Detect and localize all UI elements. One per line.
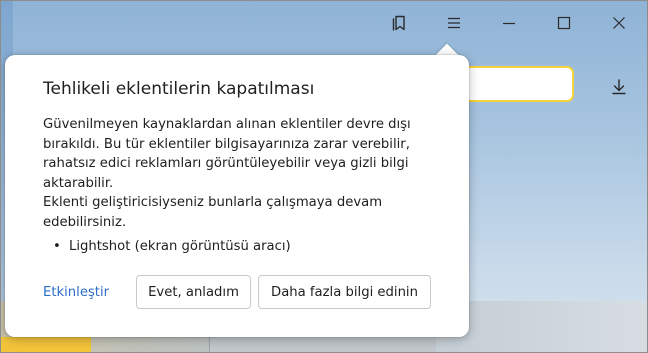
enable-link[interactable]: Etkinleştir	[43, 285, 109, 300]
message-line: Eklenti geliştiricisiyseniz bunlarla çal…	[43, 195, 383, 210]
download-icon	[612, 79, 626, 95]
browser-window: Tehlikeli eklentilerin kapatılması Güven…	[0, 0, 648, 353]
menu-icon	[448, 17, 460, 29]
learn-more-button[interactable]: Daha fazla bilgi edinin	[258, 275, 431, 309]
page-tile-yellow	[1, 337, 91, 352]
close-icon	[613, 17, 625, 29]
message-line: Güvenilmeyen kaynaklardan alınan eklenti…	[43, 117, 411, 132]
bookmarks-icon	[392, 15, 405, 31]
message-line: aktarabilir.	[43, 175, 114, 191]
message-line: rahatsız edici reklamları görüntüleyebil…	[43, 156, 409, 171]
popup-message: Güvenilmeyen kaynaklardan alınan eklenti…	[43, 115, 435, 232]
disabled-extensions-list: • Lightshot (ekran görüntüsü aracı)	[53, 239, 291, 254]
dangerous-extensions-popup: Tehlikeli eklentilerin kapatılması Güven…	[5, 55, 469, 337]
maximize-button[interactable]	[550, 9, 578, 37]
close-button[interactable]	[605, 9, 633, 37]
minimize-icon	[503, 22, 515, 25]
address-bar[interactable]	[457, 66, 574, 102]
minimize-button[interactable]	[495, 9, 523, 37]
message-line: bırakıldı. Bu tür eklentiler bilgisayarı…	[43, 136, 410, 152]
maximize-icon	[557, 16, 571, 30]
downloads-button[interactable]	[605, 73, 633, 101]
popup-title: Tehlikeli eklentilerin kapatılması	[43, 79, 315, 99]
menu-button[interactable]	[440, 9, 468, 37]
extension-name: Lightshot (ekran görüntüsü aracı)	[69, 239, 291, 254]
bullet-icon: •	[53, 239, 61, 254]
ok-button[interactable]: Evet, anladım	[136, 275, 251, 309]
bookmarks-button[interactable]	[385, 9, 413, 37]
message-line: edebilirsiniz.	[43, 214, 127, 230]
